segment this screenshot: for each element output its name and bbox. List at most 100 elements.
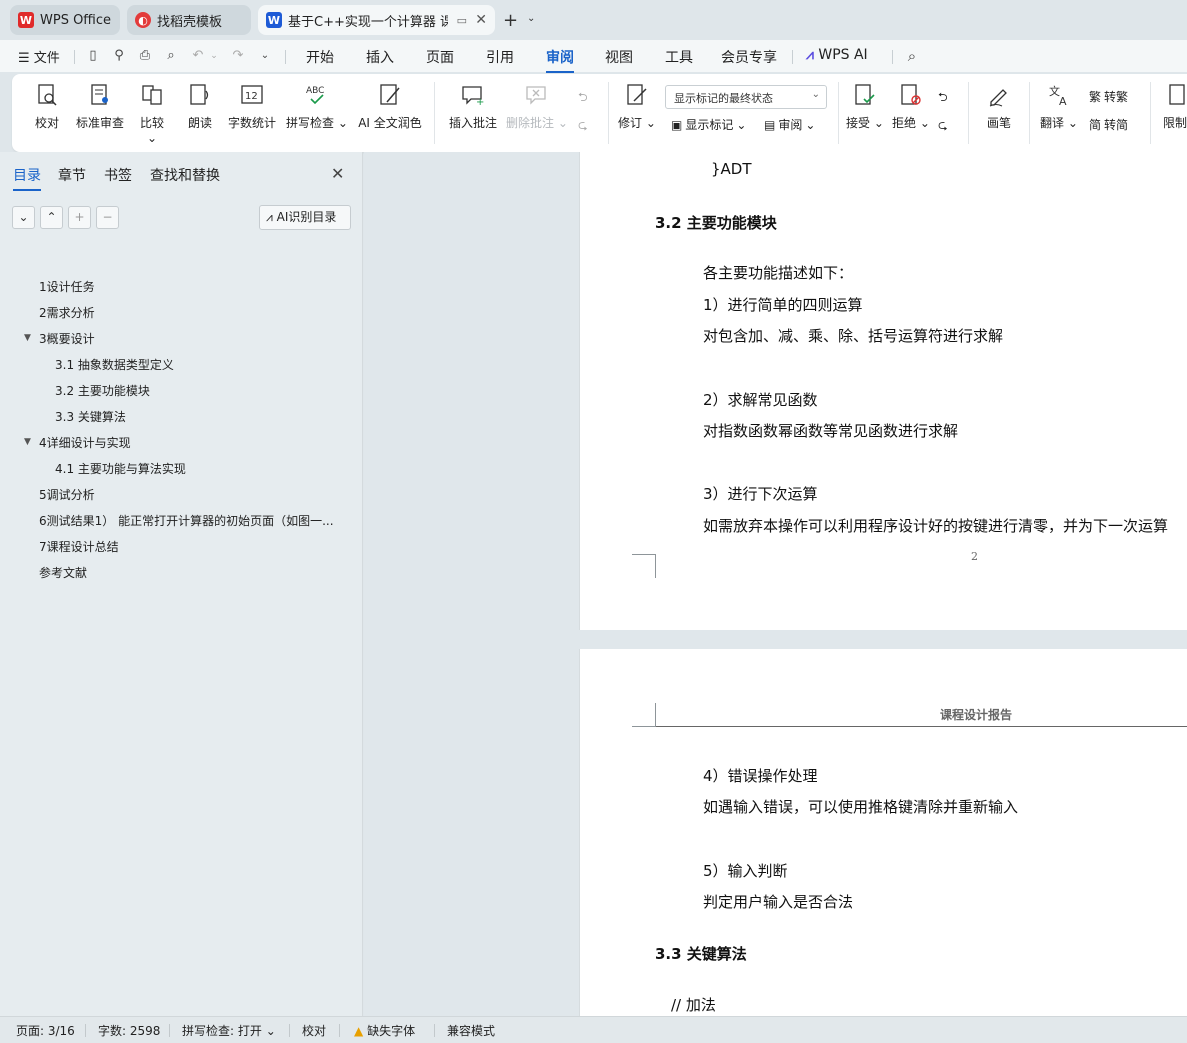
- spell-check-button[interactable]: ABC 拼写检查 ⌄: [286, 82, 348, 131]
- menu-bar: ☰ 文件 ▯ ⚲ ⎙ ⌕ ↶ ⌄ ↷ ⌄ 开始 插入 页面 引用 审阅 视图 工…: [0, 40, 1187, 73]
- toc-item[interactable]: 2需求分析: [39, 304, 95, 321]
- remove-icon[interactable]: −: [96, 206, 119, 229]
- translate-label: 翻译: [1040, 116, 1065, 130]
- review-pane-button[interactable]: ▤ 审阅 ⌄: [764, 116, 815, 133]
- tab-toc[interactable]: 目录: [13, 165, 41, 191]
- ai-toc-button[interactable]: ⩘ AI识别目录: [259, 205, 351, 230]
- add-icon[interactable]: +: [68, 206, 91, 229]
- tab-sections[interactable]: 章节: [58, 165, 86, 185]
- page-header: 课程设计报告: [940, 708, 1013, 722]
- translate-button[interactable]: 文A 翻译 ⌄: [1040, 82, 1078, 131]
- close-icon[interactable]: ✕: [475, 12, 487, 28]
- divider: [434, 82, 435, 144]
- word-count-button[interactable]: 12 字数统计: [226, 82, 278, 131]
- expanded-triangle-icon[interactable]: ▼: [24, 333, 31, 343]
- review-pane-label: 审阅: [778, 118, 803, 132]
- read-aloud-button[interactable]: 朗读: [186, 82, 214, 131]
- tab-wps-office[interactable]: W WPS Office: [10, 5, 120, 35]
- to-traditional-button[interactable]: 繁 转繁: [1089, 88, 1128, 105]
- word-count-indicator[interactable]: 字数: 2598: [98, 1022, 160, 1039]
- title-tab-bar: W WPS Office ◐ 找稻壳模板 W 基于C++实现一个计算器 课 ▭ …: [0, 0, 1187, 40]
- proofread-indicator[interactable]: 校对: [302, 1022, 326, 1039]
- paragraph: 如遇输入错误，可以使用推格键清除并重新输入: [703, 798, 1019, 816]
- tab-current-document[interactable]: W 基于C++实现一个计算器 课 ▭ ✕: [258, 5, 495, 35]
- proofread-button[interactable]: 校对: [32, 82, 62, 131]
- chevron-down-icon[interactable]: ⌄: [206, 48, 222, 64]
- expand-up-icon[interactable]: ⌃: [40, 206, 63, 229]
- paragraph: 对包含加、减、乘、除、括号运算符进行求解: [703, 327, 1004, 345]
- menu-insert[interactable]: 插入: [366, 47, 394, 67]
- save-icon[interactable]: ▯: [85, 48, 101, 64]
- compat-mode-indicator: 兼容模式: [447, 1024, 496, 1038]
- standard-review-button[interactable]: 标准审查: [74, 82, 126, 131]
- toc-item[interactable]: 1设计任务: [39, 278, 95, 295]
- undo-icon[interactable]: ↶: [190, 48, 206, 64]
- missing-font-indicator[interactable]: ▲ 缺失字体: [354, 1022, 415, 1039]
- track-changes-button[interactable]: 修订 ⌄: [618, 82, 656, 131]
- next-comment-icon[interactable]: ⮎: [578, 116, 588, 137]
- new-tab-icon[interactable]: +: [503, 10, 518, 31]
- page-indicator[interactable]: 页面: 3/16: [16, 1022, 75, 1039]
- toc-item[interactable]: 参考文献: [39, 564, 87, 581]
- tab-find-replace[interactable]: 查找和替换: [150, 165, 220, 185]
- tab-docer-templates[interactable]: ◐ 找稻壳模板: [127, 5, 251, 35]
- document-page[interactable]: 课程设计报告 4）错误操作处理 如遇输入错误，可以使用推格键清除并重新输入 5）…: [579, 649, 1187, 1016]
- spell-check-indicator[interactable]: 拼写检查: 打开 ⌄: [182, 1022, 276, 1039]
- menu-page[interactable]: 页面: [426, 47, 454, 67]
- menu-file[interactable]: ☰ 文件: [18, 47, 60, 66]
- share-icon[interactable]: ⚲: [111, 48, 127, 64]
- menu-wps-ai[interactable]: ⩘ WPS AI: [806, 47, 868, 63]
- close-icon[interactable]: ✕: [331, 164, 344, 183]
- more-chevron-icon[interactable]: ⌄: [257, 48, 273, 64]
- divider: [85, 1024, 86, 1037]
- chevron-down-icon[interactable]: ⌄: [527, 13, 535, 24]
- heading-3-3: 3.3 关键算法: [655, 945, 747, 963]
- ai-polish-icon: [380, 84, 400, 105]
- markup-mode-select[interactable]: 显示标记的最终状态 ⌄: [665, 85, 827, 109]
- menu-home[interactable]: 开始: [306, 47, 334, 67]
- show-markup-button[interactable]: ▣ 显示标记 ⌄: [671, 116, 746, 133]
- redo-icon[interactable]: ↷: [230, 48, 246, 64]
- previous-comment-icon[interactable]: ⮌: [578, 88, 588, 109]
- document-page[interactable]: }ADT 3.2 主要功能模块 各主要功能描述如下： 1）进行简单的四则运算 对…: [579, 152, 1187, 630]
- expanded-triangle-icon[interactable]: ▼: [24, 437, 31, 447]
- menu-review[interactable]: 审阅: [546, 47, 574, 73]
- toc-item[interactable]: 3概要设计: [39, 330, 95, 347]
- next-change-icon[interactable]: ⮎: [938, 116, 948, 137]
- compare-button[interactable]: 比较 ⌄: [134, 82, 170, 145]
- insert-comment-button[interactable]: + 插入批注: [448, 82, 498, 131]
- collapse-all-icon[interactable]: ⌄: [12, 206, 35, 229]
- review-ribbon: 校对 标准审查 比较 ⌄ 朗读 12 字数统计 ABC 拼写检查 ⌄ AI 全文…: [12, 74, 1187, 152]
- delete-comment-button[interactable]: 删除批注 ⌄: [506, 82, 568, 131]
- print-icon[interactable]: ⎙: [137, 48, 153, 64]
- page-corner-mark: [632, 703, 656, 727]
- toc-item[interactable]: 3.3 关键算法: [55, 408, 126, 425]
- ai-polish-button[interactable]: AI 全文润色: [356, 82, 424, 131]
- toc-item[interactable]: 5调试分析: [39, 486, 95, 503]
- accept-button[interactable]: 接受 ⌄: [846, 82, 884, 131]
- restrict-button[interactable]: 限制: [1160, 82, 1187, 131]
- pen-button[interactable]: 画笔: [984, 82, 1014, 131]
- menu-references[interactable]: 引用: [486, 47, 514, 67]
- to-simplified-button[interactable]: 简 转简: [1089, 116, 1128, 133]
- toc-item[interactable]: 6测试结果1） 能正常打开计算器的初始页面（如图一...: [39, 512, 341, 529]
- reject-button[interactable]: 拒绝 ⌄: [892, 82, 930, 131]
- menu-view[interactable]: 视图: [605, 47, 633, 67]
- standard-review-icon: [91, 84, 108, 105]
- paragraph: 1）进行简单的四则运算: [703, 296, 863, 314]
- tab-bookmarks[interactable]: 书签: [104, 165, 132, 185]
- menu-file-label: 文件: [33, 51, 60, 66]
- toc-item[interactable]: 4.1 主要功能与算法实现: [55, 460, 186, 477]
- divider: [1029, 82, 1030, 144]
- toc-item[interactable]: 3.1 抽象数据类型定义: [55, 356, 174, 373]
- previous-change-icon[interactable]: ⮌: [938, 88, 948, 109]
- toc-item[interactable]: 3.2 主要功能模块: [55, 382, 150, 399]
- print-preview-icon[interactable]: ⌕: [163, 48, 179, 64]
- ai-toc-icon: ⩘: [266, 210, 273, 224]
- menu-member[interactable]: 会员专享: [721, 47, 777, 67]
- divider: [285, 50, 286, 64]
- toc-item[interactable]: 4详细设计与实现: [39, 434, 131, 451]
- search-icon[interactable]: ⌕: [904, 48, 920, 64]
- toc-item[interactable]: 7课程设计总结: [39, 538, 119, 555]
- menu-tools[interactable]: 工具: [665, 47, 693, 67]
